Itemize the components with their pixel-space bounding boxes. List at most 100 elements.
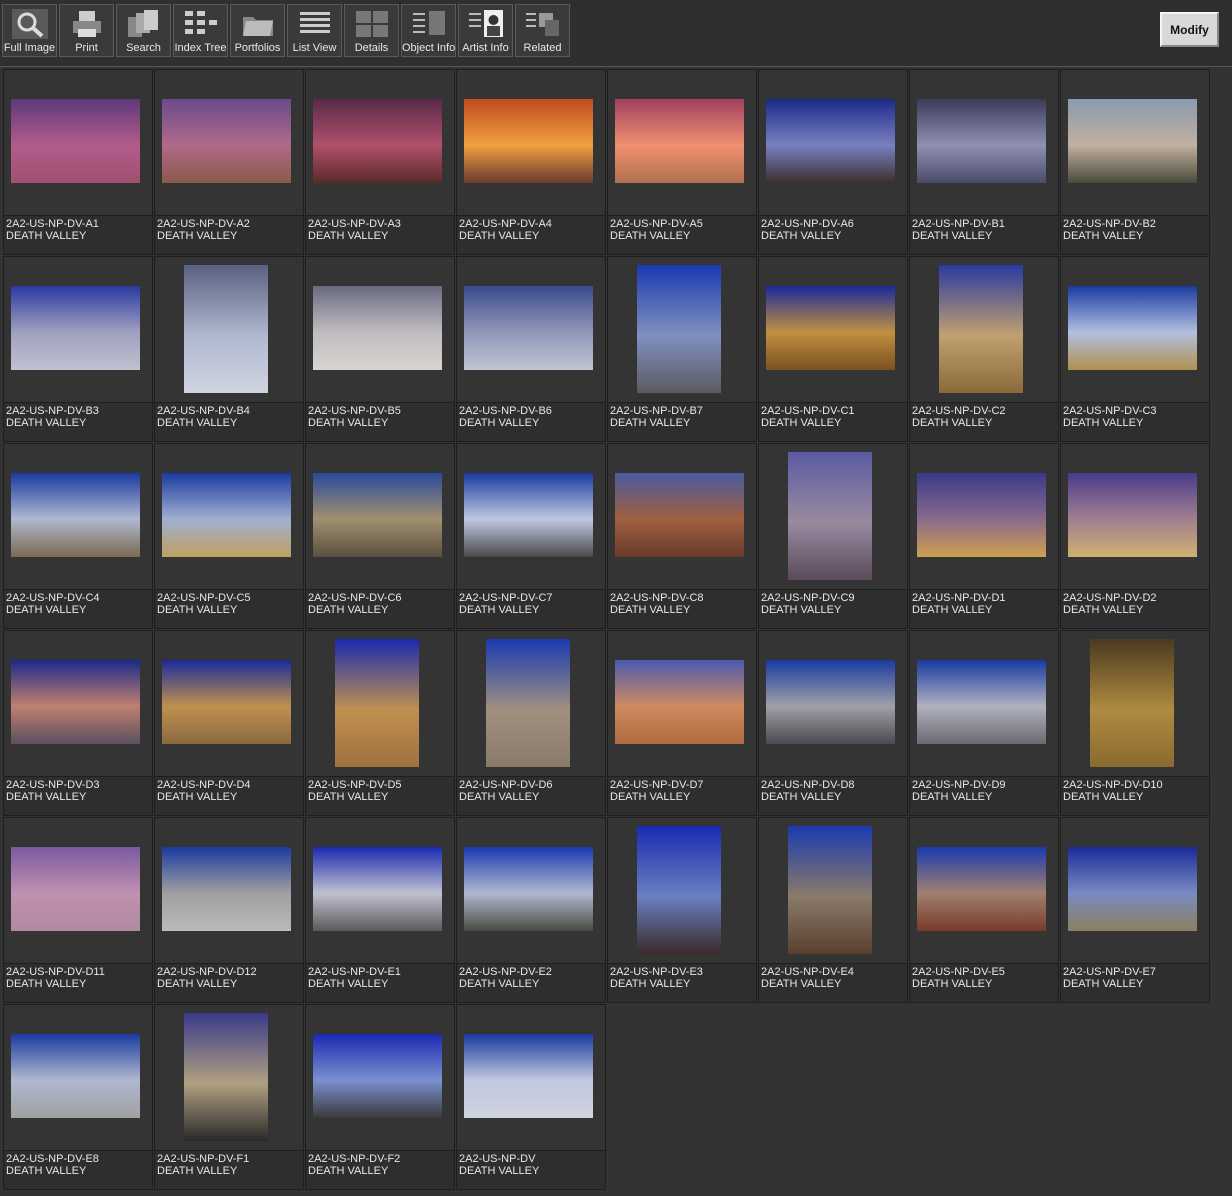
- thumbnail-image[interactable]: [1090, 639, 1174, 767]
- thumbnail-image[interactable]: [917, 660, 1046, 744]
- thumbnail-cell[interactable]: 2A2-US-NP-DV-E8 DEATH VALLEY: [3, 1004, 153, 1190]
- thumbnail-cell[interactable]: 2A2-US-NP-DV DEATH VALLEY: [456, 1004, 606, 1190]
- thumbnail-image[interactable]: [788, 826, 872, 954]
- object-info-button[interactable]: Object Info: [401, 4, 456, 57]
- thumbnail-cell[interactable]: 2A2-US-NP-DV-D2 DEATH VALLEY: [1060, 443, 1210, 629]
- thumbnail-cell[interactable]: 2A2-US-NP-DV-D1 DEATH VALLEY: [909, 443, 1059, 629]
- details-button[interactable]: Details: [344, 4, 399, 57]
- related-button[interactable]: Related: [515, 4, 570, 57]
- thumbnail-cell[interactable]: 2A2-US-NP-DV-E5 DEATH VALLEY: [909, 817, 1059, 1003]
- thumbnail-image[interactable]: [184, 265, 268, 393]
- thumbnail-image[interactable]: [11, 660, 140, 744]
- thumbnail-cell[interactable]: 2A2-US-NP-DV-D9 DEATH VALLEY: [909, 630, 1059, 816]
- thumbnail-image[interactable]: [11, 473, 140, 557]
- thumbnail-cell[interactable]: 2A2-US-NP-DV-C1 DEATH VALLEY: [758, 256, 908, 442]
- thumbnail-image[interactable]: [637, 826, 721, 954]
- thumbnail-cell[interactable]: 2A2-US-NP-DV-D4 DEATH VALLEY: [154, 630, 304, 816]
- modify-button[interactable]: Modify: [1160, 12, 1219, 47]
- thumbnail-image[interactable]: [1068, 99, 1197, 183]
- thumbnail-image[interactable]: [917, 847, 1046, 931]
- image-code: 2A2-US-NP-DV-A5: [610, 218, 703, 230]
- thumbnail-image[interactable]: [917, 473, 1046, 557]
- thumbnail-cell[interactable]: 2A2-US-NP-DV-A3 DEATH VALLEY: [305, 69, 455, 255]
- thumbnail-cell[interactable]: 2A2-US-NP-DV-E4 DEATH VALLEY: [758, 817, 908, 1003]
- artist-info-button[interactable]: Artist Info: [458, 4, 513, 57]
- thumbnail-image[interactable]: [1068, 847, 1197, 931]
- thumbnail-cell[interactable]: 2A2-US-NP-DV-E1 DEATH VALLEY: [305, 817, 455, 1003]
- thumbnail-image[interactable]: [766, 99, 895, 183]
- thumbnail-cell[interactable]: 2A2-US-NP-DV-D11 DEATH VALLEY: [3, 817, 153, 1003]
- thumbnail-image[interactable]: [313, 286, 442, 370]
- thumbnail-cell[interactable]: 2A2-US-NP-DV-D12 DEATH VALLEY: [154, 817, 304, 1003]
- search-button[interactable]: Search: [116, 4, 171, 57]
- thumbnail-cell[interactable]: 2A2-US-NP-DV-A5 DEATH VALLEY: [607, 69, 757, 255]
- list-view-button[interactable]: List View: [287, 4, 342, 57]
- thumbnail-cell[interactable]: 2A2-US-NP-DV-C9 DEATH VALLEY: [758, 443, 908, 629]
- thumbnail-image[interactable]: [11, 286, 140, 370]
- thumbnail-cell[interactable]: 2A2-US-NP-DV-C6 DEATH VALLEY: [305, 443, 455, 629]
- thumbnail-image[interactable]: [464, 99, 593, 183]
- thumbnail-cell[interactable]: 2A2-US-NP-DV-A1 DEATH VALLEY: [3, 69, 153, 255]
- thumbnail-cell[interactable]: 2A2-US-NP-DV-B5 DEATH VALLEY: [305, 256, 455, 442]
- thumbnail-cell[interactable]: 2A2-US-NP-DV-C5 DEATH VALLEY: [154, 443, 304, 629]
- thumbnail-image[interactable]: [313, 1034, 442, 1118]
- thumbnail-cell[interactable]: 2A2-US-NP-DV-F1 DEATH VALLEY: [154, 1004, 304, 1190]
- print-button[interactable]: Print: [59, 4, 114, 57]
- thumbnail-image[interactable]: [1068, 286, 1197, 370]
- thumbnail-cell[interactable]: 2A2-US-NP-DV-B7 DEATH VALLEY: [607, 256, 757, 442]
- thumbnail-cell[interactable]: 2A2-US-NP-DV-A6 DEATH VALLEY: [758, 69, 908, 255]
- thumbnail-cell[interactable]: 2A2-US-NP-DV-A4 DEATH VALLEY: [456, 69, 606, 255]
- thumbnail-cell[interactable]: 2A2-US-NP-DV-E7 DEATH VALLEY: [1060, 817, 1210, 1003]
- thumbnail-cell[interactable]: 2A2-US-NP-DV-C7 DEATH VALLEY: [456, 443, 606, 629]
- thumbnail-cell[interactable]: 2A2-US-NP-DV-F2 DEATH VALLEY: [305, 1004, 455, 1190]
- thumbnail-image[interactable]: [917, 99, 1046, 183]
- thumbnail-cell[interactable]: 2A2-US-NP-DV-D5 DEATH VALLEY: [305, 630, 455, 816]
- thumbnail-cell[interactable]: 2A2-US-NP-DV-E3 DEATH VALLEY: [607, 817, 757, 1003]
- thumbnail-cell[interactable]: 2A2-US-NP-DV-D3 DEATH VALLEY: [3, 630, 153, 816]
- thumbnail-cell[interactable]: 2A2-US-NP-DV-E2 DEATH VALLEY: [456, 817, 606, 1003]
- thumbnail-image[interactable]: [464, 473, 593, 557]
- thumbnail-image[interactable]: [788, 452, 872, 580]
- thumbnail-image[interactable]: [464, 847, 593, 931]
- thumbnail-cell[interactable]: 2A2-US-NP-DV-A2 DEATH VALLEY: [154, 69, 304, 255]
- thumbnail-image[interactable]: [464, 286, 593, 370]
- thumbnail-cell[interactable]: 2A2-US-NP-DV-D8 DEATH VALLEY: [758, 630, 908, 816]
- thumbnail-image[interactable]: [615, 99, 744, 183]
- thumbnail-cell[interactable]: 2A2-US-NP-DV-D10 DEATH VALLEY: [1060, 630, 1210, 816]
- thumbnail-image[interactable]: [313, 473, 442, 557]
- thumbnail-image[interactable]: [11, 847, 140, 931]
- thumbnail-image[interactable]: [615, 660, 744, 744]
- thumbnail-image[interactable]: [313, 99, 442, 183]
- thumbnail-image[interactable]: [11, 1034, 140, 1118]
- thumbnail-cell[interactable]: 2A2-US-NP-DV-C4 DEATH VALLEY: [3, 443, 153, 629]
- thumbnail-image[interactable]: [162, 847, 291, 931]
- thumbnail-image[interactable]: [184, 1013, 268, 1141]
- portfolios-button[interactable]: Portfolios: [230, 4, 285, 57]
- thumbnail-image[interactable]: [486, 639, 570, 767]
- thumbnail-cell[interactable]: 2A2-US-NP-DV-B1 DEATH VALLEY: [909, 69, 1059, 255]
- thumbnail-image[interactable]: [162, 473, 291, 557]
- thumbnail-cell[interactable]: 2A2-US-NP-DV-D7 DEATH VALLEY: [607, 630, 757, 816]
- thumbnail-cell[interactable]: 2A2-US-NP-DV-B2 DEATH VALLEY: [1060, 69, 1210, 255]
- thumbnail-cell[interactable]: 2A2-US-NP-DV-B4 DEATH VALLEY: [154, 256, 304, 442]
- thumbnail-cell[interactable]: 2A2-US-NP-DV-C8 DEATH VALLEY: [607, 443, 757, 629]
- full-image-button[interactable]: Full Image: [2, 4, 57, 57]
- thumbnail-image[interactable]: [766, 286, 895, 370]
- thumbnail-image[interactable]: [335, 639, 419, 767]
- thumbnail-image[interactable]: [464, 1034, 593, 1118]
- thumbnail-image[interactable]: [615, 473, 744, 557]
- thumbnail-image[interactable]: [1068, 473, 1197, 557]
- thumbnail-image[interactable]: [313, 847, 442, 931]
- thumbnail-image[interactable]: [766, 660, 895, 744]
- thumbnail-image[interactable]: [11, 99, 140, 183]
- index-tree-button[interactable]: Index Tree: [173, 4, 228, 57]
- thumbnail-cell[interactable]: 2A2-US-NP-DV-C3 DEATH VALLEY: [1060, 256, 1210, 442]
- thumbnail-cell[interactable]: 2A2-US-NP-DV-B3 DEATH VALLEY: [3, 256, 153, 442]
- thumbnail-cell[interactable]: 2A2-US-NP-DV-D6 DEATH VALLEY: [456, 630, 606, 816]
- thumbnail-cell[interactable]: 2A2-US-NP-DV-C2 DEATH VALLEY: [909, 256, 1059, 442]
- thumbnail-image[interactable]: [162, 99, 291, 183]
- thumbnail-image[interactable]: [637, 265, 721, 393]
- thumbnail-image[interactable]: [162, 660, 291, 744]
- thumbnail-image[interactable]: [939, 265, 1023, 393]
- thumbnail-cell[interactable]: 2A2-US-NP-DV-B6 DEATH VALLEY: [456, 256, 606, 442]
